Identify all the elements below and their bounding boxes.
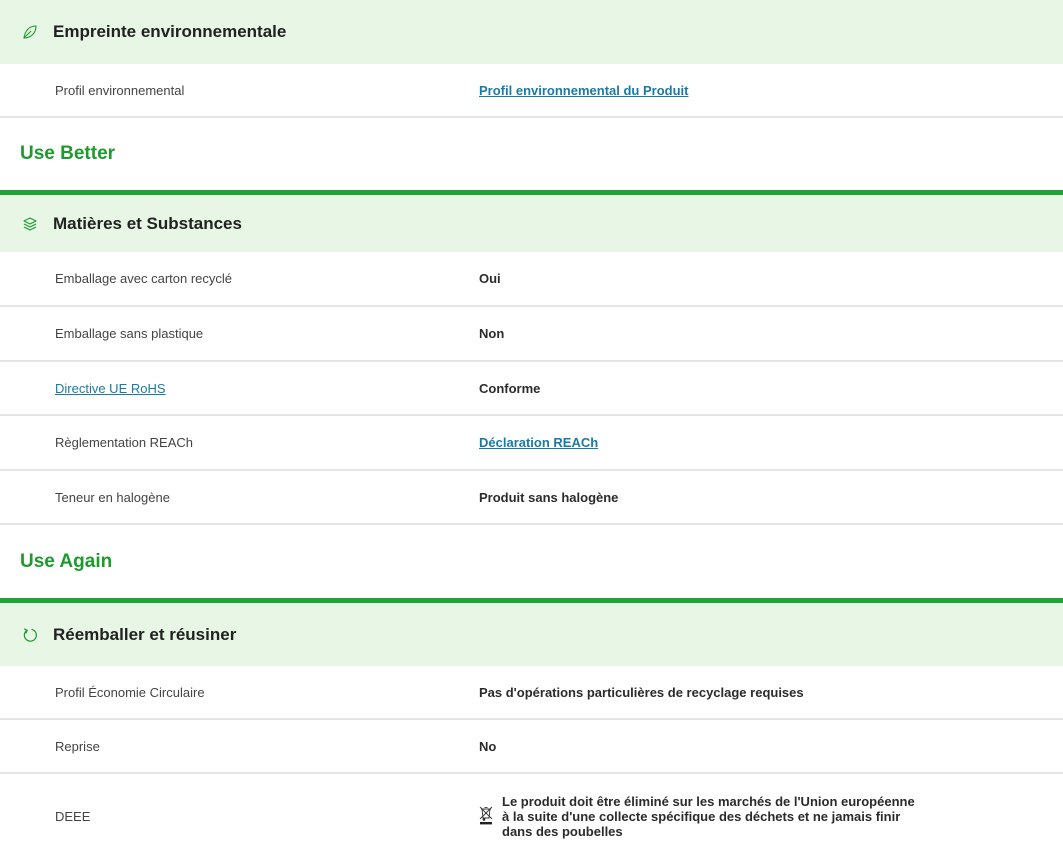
row-value: Pas d'opérations particulières de recycl… [479, 684, 804, 700]
table-row: Directive UE RoHS Conforme [0, 362, 1063, 416]
table-row: Emballage avec carton recyclé Oui [0, 252, 1063, 307]
recycle-arrow-icon [22, 627, 38, 643]
section-title-reuse: Réemballer et réusiner [53, 624, 237, 644]
row-label: Emballage avec carton recyclé [55, 271, 233, 286]
table-row: Règlementation REACh Déclaration REACh [0, 416, 1063, 471]
crossed-bin-icon [479, 806, 493, 826]
row-label: Profil Économie Circulaire [55, 684, 205, 700]
layers-icon [22, 216, 38, 232]
section-title-footprint: Empreinte environnementale [53, 22, 287, 41]
row-value: Conforme [479, 380, 541, 396]
group-title-use-better: Use Better [20, 143, 116, 164]
row-label: DEEE [55, 808, 91, 824]
page: Empreinte environnementale Profil enviro… [0, 0, 1063, 858]
group-title-use-again: Use Again [20, 550, 113, 572]
row-label: Règlementation REACh [55, 435, 194, 450]
row-value: Non [479, 326, 505, 341]
row-label: Directive UE RoHS [0, 381, 479, 396]
environmental-profile-link[interactable]: Profil environnemental du Produit [479, 83, 688, 98]
weee-text: Le produit doit être éliminé sur les mar… [502, 793, 915, 839]
section-title-materials: Matières et Substances [53, 213, 242, 233]
table-row: Profil environnemental Profil environnem… [0, 64, 1063, 118]
section-header-reuse: Réemballer et réusiner [0, 603, 1063, 666]
row-value: Déclaration REACh [479, 435, 1063, 450]
section-header-materials: Matières et Substances [0, 195, 1063, 252]
rohs-directive-link[interactable]: Directive UE RoHS [55, 381, 166, 396]
row-label: Emballage sans plastique [55, 326, 204, 341]
table-row: Profil Économie Circulaire Pas d'opérati… [0, 666, 1063, 720]
table-row: Reprise No [0, 720, 1063, 774]
row-value: No [479, 738, 497, 754]
reach-declaration-link[interactable]: Déclaration REACh [479, 435, 598, 450]
table-row: DEEE Le produit doit être éliminé sur le… [0, 774, 1063, 858]
leaf-icon [22, 24, 38, 40]
row-label: Profil environnemental [55, 82, 185, 98]
row-value: Oui [479, 271, 501, 286]
row-value: Profil environnemental du Produit [479, 83, 1063, 98]
row-value: Produit sans halogène [479, 489, 619, 505]
row-label: Teneur en halogène [55, 489, 170, 505]
table-row: Teneur en halogène Produit sans halogène [0, 471, 1063, 525]
row-value: Le produit doit être éliminé sur les mar… [479, 794, 1063, 839]
section-header-footprint: Empreinte environnementale [0, 0, 1063, 64]
table-row: Emballage sans plastique Non [0, 307, 1063, 362]
row-label: Reprise [55, 738, 100, 754]
